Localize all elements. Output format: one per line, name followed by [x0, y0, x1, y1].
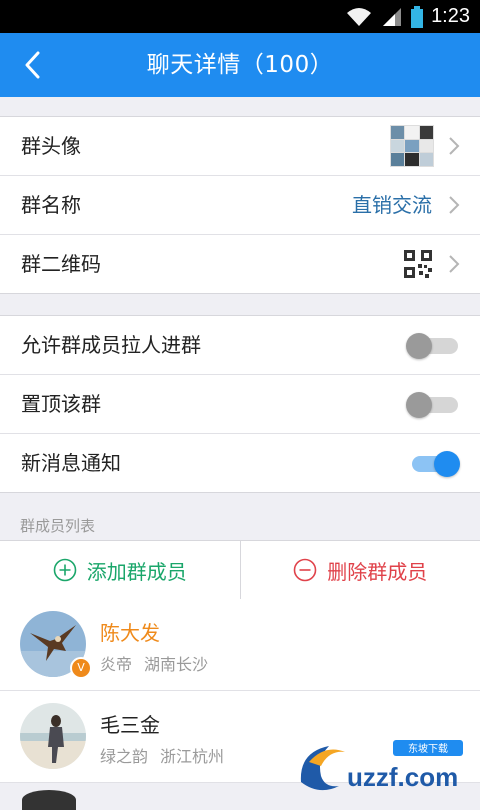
back-button[interactable] — [12, 43, 52, 87]
member-location: 浙江杭州 — [160, 747, 224, 766]
group-name-value: 直销交流 — [352, 176, 432, 234]
member-nickname: 炎帝 — [100, 655, 132, 674]
avatar — [20, 703, 86, 769]
pin-group-row: 置顶该群 — [0, 375, 480, 434]
back-arrow-icon — [24, 51, 40, 79]
remove-member-button[interactable]: 删除群成员 — [241, 541, 480, 599]
allow-invite-label: 允许群成员拉人进群 — [21, 316, 201, 374]
uzzf-watermark-logo: 东坡下载 uzzf.com — [295, 736, 470, 796]
battery-icon — [411, 6, 423, 28]
watermark-main-text: uzzf.com — [347, 762, 458, 792]
pin-group-toggle[interactable] — [406, 392, 458, 416]
status-time: 1:23 — [431, 5, 470, 28]
avatar — [22, 790, 76, 810]
message-notify-label: 新消息通知 — [21, 434, 121, 492]
chevron-right-icon — [448, 255, 460, 273]
group-avatar-label: 群头像 — [21, 117, 81, 175]
group-info-section: 群头像 群名称 直销交流 群二维码 — [0, 116, 480, 294]
vip-badge: V — [70, 657, 92, 679]
member-name: 毛三金 — [100, 709, 160, 738]
group-avatar-image — [390, 125, 434, 167]
add-member-label: 添加群成员 — [87, 556, 187, 585]
list-item[interactable]: V 陈大发 炎帝湖南长沙 — [0, 599, 480, 691]
status-icons: 1:23 — [345, 0, 470, 33]
watermark-sub-text: 东坡下载 — [408, 742, 448, 755]
status-bar: 1:23 — [0, 0, 480, 33]
group-name-label: 群名称 — [21, 176, 81, 234]
group-qr-row[interactable]: 群二维码 — [0, 235, 480, 293]
add-member-button[interactable]: 添加群成员 — [0, 541, 241, 599]
settings-section: 允许群成员拉人进群 置顶该群 新消息通知 — [0, 315, 480, 493]
page-title: 聊天详情（100） — [0, 33, 480, 97]
member-details: 绿之韵浙江杭州 — [100, 743, 224, 767]
member-details: 炎帝湖南长沙 — [100, 651, 208, 675]
member-actions: 添加群成员 删除群成员 — [0, 540, 480, 600]
message-notify-row: 新消息通知 — [0, 434, 480, 492]
member-nickname: 绿之韵 — [100, 747, 148, 766]
top-nav-bar: 聊天详情（100） — [0, 33, 480, 97]
chevron-right-icon — [448, 137, 460, 155]
group-name-row[interactable]: 群名称 直销交流 — [0, 176, 480, 235]
pin-group-label: 置顶该群 — [21, 375, 101, 433]
member-name: 陈大发 — [100, 617, 160, 646]
message-notify-toggle[interactable] — [406, 451, 458, 475]
minus-circle-icon — [293, 558, 317, 582]
member-list-heading: 群成员列表 — [20, 515, 95, 536]
wifi-icon — [345, 7, 373, 27]
allow-invite-toggle[interactable] — [406, 333, 458, 357]
member-location: 湖南长沙 — [144, 655, 208, 674]
group-qr-label: 群二维码 — [21, 235, 101, 293]
group-avatar-row[interactable]: 群头像 — [0, 117, 480, 176]
qr-code-icon — [404, 250, 432, 278]
allow-invite-row: 允许群成员拉人进群 — [0, 316, 480, 375]
signal-icon — [381, 7, 403, 27]
remove-member-label: 删除群成员 — [327, 556, 427, 585]
plus-circle-icon — [53, 558, 77, 582]
chevron-right-icon — [448, 196, 460, 214]
